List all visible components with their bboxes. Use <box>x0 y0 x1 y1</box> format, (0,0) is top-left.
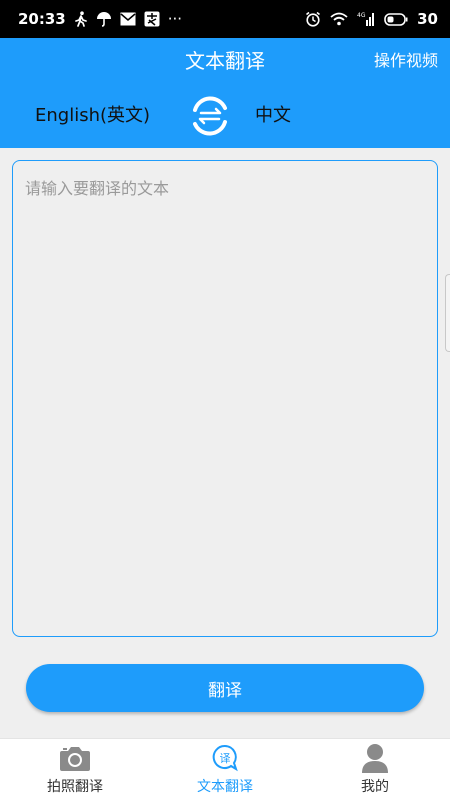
source-text-container <box>12 160 438 637</box>
translate-button[interactable]: 翻译 <box>26 664 424 712</box>
bottom-tab-bar: 拍照翻译 译 文本翻译 我的 <box>0 738 450 800</box>
source-text-input[interactable] <box>13 161 437 636</box>
tab-label: 文本翻译 <box>197 779 253 795</box>
battery-level: 30 <box>417 10 438 28</box>
network-type-label: 4G <box>357 12 366 19</box>
user-icon <box>358 743 392 773</box>
walking-icon <box>74 11 88 27</box>
camera-icon <box>58 743 92 773</box>
umbrella-icon <box>96 11 112 27</box>
translate-button-label: 翻译 <box>208 680 242 701</box>
app-notification-icon <box>144 11 160 27</box>
signal-icon: 4G <box>357 11 375 27</box>
target-language-selector[interactable]: 中文 <box>255 84 291 148</box>
more-notifications-indicator: ··· <box>167 10 183 28</box>
svg-text:译: 译 <box>220 752 231 765</box>
alarm-icon <box>305 11 321 27</box>
tab-photo-translate[interactable]: 拍照翻译 <box>0 739 150 800</box>
tab-label: 我的 <box>361 779 389 795</box>
status-bar: 20:33 ··· 4G 30 <box>0 0 450 38</box>
tab-label: 拍照翻译 <box>47 779 103 795</box>
source-language-selector[interactable]: English(英文) <box>35 84 150 148</box>
tab-profile[interactable]: 我的 <box>300 739 450 800</box>
tutorial-video-link[interactable]: 操作视频 <box>374 38 438 84</box>
app-header: 文本翻译 操作视频 English(英文) 中文 <box>0 38 450 148</box>
swap-arrows-icon <box>193 96 227 136</box>
translate-bubble-icon: 译 <box>208 743 242 773</box>
floating-side-handle[interactable] <box>445 274 450 352</box>
status-time: 20:33 <box>18 10 66 28</box>
tab-text-translate[interactable]: 译 文本翻译 <box>150 739 300 800</box>
language-selector-row: English(英文) 中文 <box>0 84 450 148</box>
mail-icon <box>120 12 136 26</box>
swap-languages-button[interactable] <box>186 92 234 140</box>
battery-icon <box>384 12 408 26</box>
wifi-icon <box>330 12 348 26</box>
